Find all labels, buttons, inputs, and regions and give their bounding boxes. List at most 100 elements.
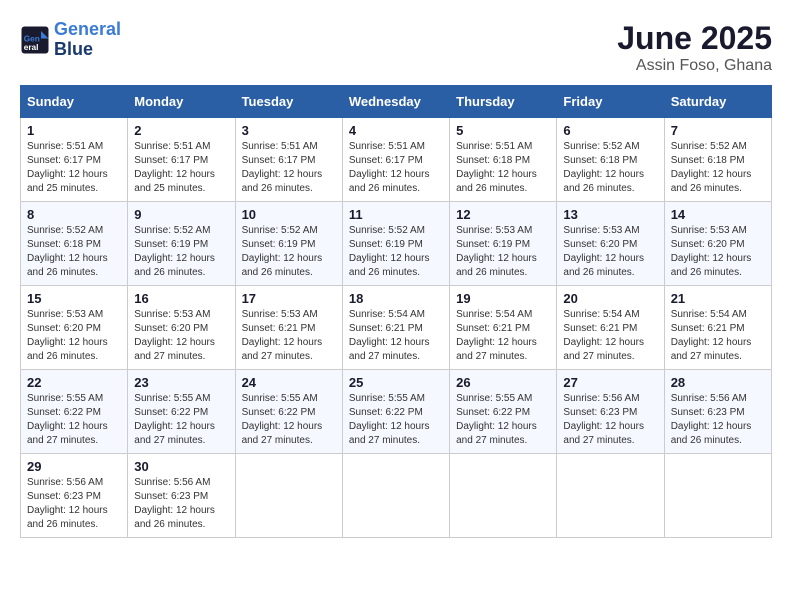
day-number: 30 <box>134 459 228 474</box>
calendar-cell: 12 Sunrise: 5:53 AM Sunset: 6:19 PM Dayl… <box>450 202 557 286</box>
title-area: June 2025 Assin Foso, Ghana <box>617 20 772 75</box>
day-number: 26 <box>456 375 550 390</box>
calendar-cell: 29 Sunrise: 5:56 AM Sunset: 6:23 PM Dayl… <box>21 454 128 538</box>
day-info: Sunrise: 5:52 AM Sunset: 6:19 PM Dayligh… <box>134 224 228 280</box>
calendar-cell: 25 Sunrise: 5:55 AM Sunset: 6:22 PM Dayl… <box>342 370 449 454</box>
day-number: 27 <box>563 375 657 390</box>
day-number: 14 <box>671 207 765 222</box>
calendar-cell: 24 Sunrise: 5:55 AM Sunset: 6:22 PM Dayl… <box>235 370 342 454</box>
day-number: 21 <box>671 291 765 306</box>
day-number: 8 <box>27 207 121 222</box>
calendar-cell: 21 Sunrise: 5:54 AM Sunset: 6:21 PM Dayl… <box>664 286 771 370</box>
calendar-cell: 27 Sunrise: 5:56 AM Sunset: 6:23 PM Dayl… <box>557 370 664 454</box>
day-info: Sunrise: 5:51 AM Sunset: 6:18 PM Dayligh… <box>456 140 550 196</box>
calendar-cell: 1 Sunrise: 5:51 AM Sunset: 6:17 PM Dayli… <box>21 118 128 202</box>
day-number: 10 <box>242 207 336 222</box>
header-thursday: Thursday <box>450 86 557 118</box>
day-number: 16 <box>134 291 228 306</box>
day-info: Sunrise: 5:53 AM Sunset: 6:21 PM Dayligh… <box>242 308 336 364</box>
calendar-row: 29 Sunrise: 5:56 AM Sunset: 6:23 PM Dayl… <box>21 454 772 538</box>
day-info: Sunrise: 5:55 AM Sunset: 6:22 PM Dayligh… <box>27 392 121 448</box>
day-number: 11 <box>349 207 443 222</box>
day-number: 7 <box>671 123 765 138</box>
logo-icon: Gen eral <box>20 25 50 55</box>
calendar-cell: 14 Sunrise: 5:53 AM Sunset: 6:20 PM Dayl… <box>664 202 771 286</box>
day-info: Sunrise: 5:51 AM Sunset: 6:17 PM Dayligh… <box>242 140 336 196</box>
day-info: Sunrise: 5:53 AM Sunset: 6:20 PM Dayligh… <box>563 224 657 280</box>
page-header: Gen eral General Blue June 2025 Assin Fo… <box>20 20 772 75</box>
header-tuesday: Tuesday <box>235 86 342 118</box>
day-info: Sunrise: 5:56 AM Sunset: 6:23 PM Dayligh… <box>671 392 765 448</box>
calendar-cell: 22 Sunrise: 5:55 AM Sunset: 6:22 PM Dayl… <box>21 370 128 454</box>
day-info: Sunrise: 5:53 AM Sunset: 6:20 PM Dayligh… <box>134 308 228 364</box>
location-title: Assin Foso, Ghana <box>617 57 772 75</box>
calendar-cell: 8 Sunrise: 5:52 AM Sunset: 6:18 PM Dayli… <box>21 202 128 286</box>
month-title: June 2025 <box>617 20 772 57</box>
day-info: Sunrise: 5:54 AM Sunset: 6:21 PM Dayligh… <box>563 308 657 364</box>
day-info: Sunrise: 5:53 AM Sunset: 6:20 PM Dayligh… <box>671 224 765 280</box>
calendar-cell: 17 Sunrise: 5:53 AM Sunset: 6:21 PM Dayl… <box>235 286 342 370</box>
day-number: 5 <box>456 123 550 138</box>
day-info: Sunrise: 5:52 AM Sunset: 6:19 PM Dayligh… <box>349 224 443 280</box>
calendar-cell: 10 Sunrise: 5:52 AM Sunset: 6:19 PM Dayl… <box>235 202 342 286</box>
calendar-cell: 18 Sunrise: 5:54 AM Sunset: 6:21 PM Dayl… <box>342 286 449 370</box>
header-sunday: Sunday <box>21 86 128 118</box>
empty-cell <box>664 454 771 538</box>
calendar-cell: 2 Sunrise: 5:51 AM Sunset: 6:17 PM Dayli… <box>128 118 235 202</box>
calendar-cell: 19 Sunrise: 5:54 AM Sunset: 6:21 PM Dayl… <box>450 286 557 370</box>
day-info: Sunrise: 5:53 AM Sunset: 6:19 PM Dayligh… <box>456 224 550 280</box>
day-number: 23 <box>134 375 228 390</box>
day-info: Sunrise: 5:55 AM Sunset: 6:22 PM Dayligh… <box>134 392 228 448</box>
calendar-row: 1 Sunrise: 5:51 AM Sunset: 6:17 PM Dayli… <box>21 118 772 202</box>
day-number: 28 <box>671 375 765 390</box>
day-number: 12 <box>456 207 550 222</box>
day-info: Sunrise: 5:54 AM Sunset: 6:21 PM Dayligh… <box>671 308 765 364</box>
calendar-cell: 16 Sunrise: 5:53 AM Sunset: 6:20 PM Dayl… <box>128 286 235 370</box>
day-number: 19 <box>456 291 550 306</box>
logo: Gen eral General Blue <box>20 20 121 60</box>
day-info: Sunrise: 5:52 AM Sunset: 6:18 PM Dayligh… <box>27 224 121 280</box>
calendar-table: Sunday Monday Tuesday Wednesday Thursday… <box>20 85 772 538</box>
calendar-cell: 20 Sunrise: 5:54 AM Sunset: 6:21 PM Dayl… <box>557 286 664 370</box>
calendar-row: 22 Sunrise: 5:55 AM Sunset: 6:22 PM Dayl… <box>21 370 772 454</box>
calendar-cell: 3 Sunrise: 5:51 AM Sunset: 6:17 PM Dayli… <box>235 118 342 202</box>
calendar-cell: 7 Sunrise: 5:52 AM Sunset: 6:18 PM Dayli… <box>664 118 771 202</box>
day-number: 2 <box>134 123 228 138</box>
calendar-row: 15 Sunrise: 5:53 AM Sunset: 6:20 PM Dayl… <box>21 286 772 370</box>
svg-text:eral: eral <box>24 43 39 52</box>
day-number: 4 <box>349 123 443 138</box>
day-info: Sunrise: 5:52 AM Sunset: 6:19 PM Dayligh… <box>242 224 336 280</box>
day-info: Sunrise: 5:55 AM Sunset: 6:22 PM Dayligh… <box>242 392 336 448</box>
day-number: 20 <box>563 291 657 306</box>
calendar-cell: 30 Sunrise: 5:56 AM Sunset: 6:23 PM Dayl… <box>128 454 235 538</box>
day-info: Sunrise: 5:54 AM Sunset: 6:21 PM Dayligh… <box>349 308 443 364</box>
day-info: Sunrise: 5:55 AM Sunset: 6:22 PM Dayligh… <box>349 392 443 448</box>
calendar-cell: 4 Sunrise: 5:51 AM Sunset: 6:17 PM Dayli… <box>342 118 449 202</box>
day-number: 25 <box>349 375 443 390</box>
day-number: 6 <box>563 123 657 138</box>
day-info: Sunrise: 5:55 AM Sunset: 6:22 PM Dayligh… <box>456 392 550 448</box>
day-number: 29 <box>27 459 121 474</box>
day-info: Sunrise: 5:53 AM Sunset: 6:20 PM Dayligh… <box>27 308 121 364</box>
day-number: 24 <box>242 375 336 390</box>
empty-cell <box>342 454 449 538</box>
calendar-cell: 5 Sunrise: 5:51 AM Sunset: 6:18 PM Dayli… <box>450 118 557 202</box>
empty-cell <box>450 454 557 538</box>
day-number: 9 <box>134 207 228 222</box>
day-info: Sunrise: 5:51 AM Sunset: 6:17 PM Dayligh… <box>349 140 443 196</box>
calendar-cell: 13 Sunrise: 5:53 AM Sunset: 6:20 PM Dayl… <box>557 202 664 286</box>
calendar-cell: 11 Sunrise: 5:52 AM Sunset: 6:19 PM Dayl… <box>342 202 449 286</box>
day-number: 17 <box>242 291 336 306</box>
day-info: Sunrise: 5:52 AM Sunset: 6:18 PM Dayligh… <box>671 140 765 196</box>
day-number: 1 <box>27 123 121 138</box>
header-monday: Monday <box>128 86 235 118</box>
day-number: 13 <box>563 207 657 222</box>
day-info: Sunrise: 5:51 AM Sunset: 6:17 PM Dayligh… <box>134 140 228 196</box>
weekday-header-row: Sunday Monday Tuesday Wednesday Thursday… <box>21 86 772 118</box>
day-info: Sunrise: 5:54 AM Sunset: 6:21 PM Dayligh… <box>456 308 550 364</box>
header-wednesday: Wednesday <box>342 86 449 118</box>
day-info: Sunrise: 5:52 AM Sunset: 6:18 PM Dayligh… <box>563 140 657 196</box>
header-friday: Friday <box>557 86 664 118</box>
calendar-cell: 28 Sunrise: 5:56 AM Sunset: 6:23 PM Dayl… <box>664 370 771 454</box>
calendar-cell: 15 Sunrise: 5:53 AM Sunset: 6:20 PM Dayl… <box>21 286 128 370</box>
